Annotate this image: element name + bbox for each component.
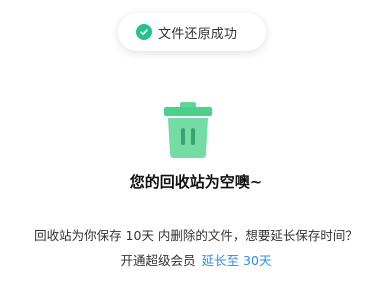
promo-line: 开通超级会员 延长至 30天 [0, 250, 392, 269]
check-circle-icon [136, 24, 152, 40]
empty-state-title: 您的回收站为空噢~ [129, 173, 263, 191]
extend-to-30-days-link[interactable]: 延长至 30天 [202, 253, 272, 268]
empty-state-description: 回收站为你保存 10天 内删除的文件，想要延长保存时间？ [34, 228, 358, 243]
success-toast: 文件还原成功 [118, 13, 266, 51]
trash-can-icon [164, 102, 212, 158]
toast-message: 文件还原成功 [158, 26, 238, 42]
promo-prefix: 开通超级会员 [120, 253, 196, 268]
